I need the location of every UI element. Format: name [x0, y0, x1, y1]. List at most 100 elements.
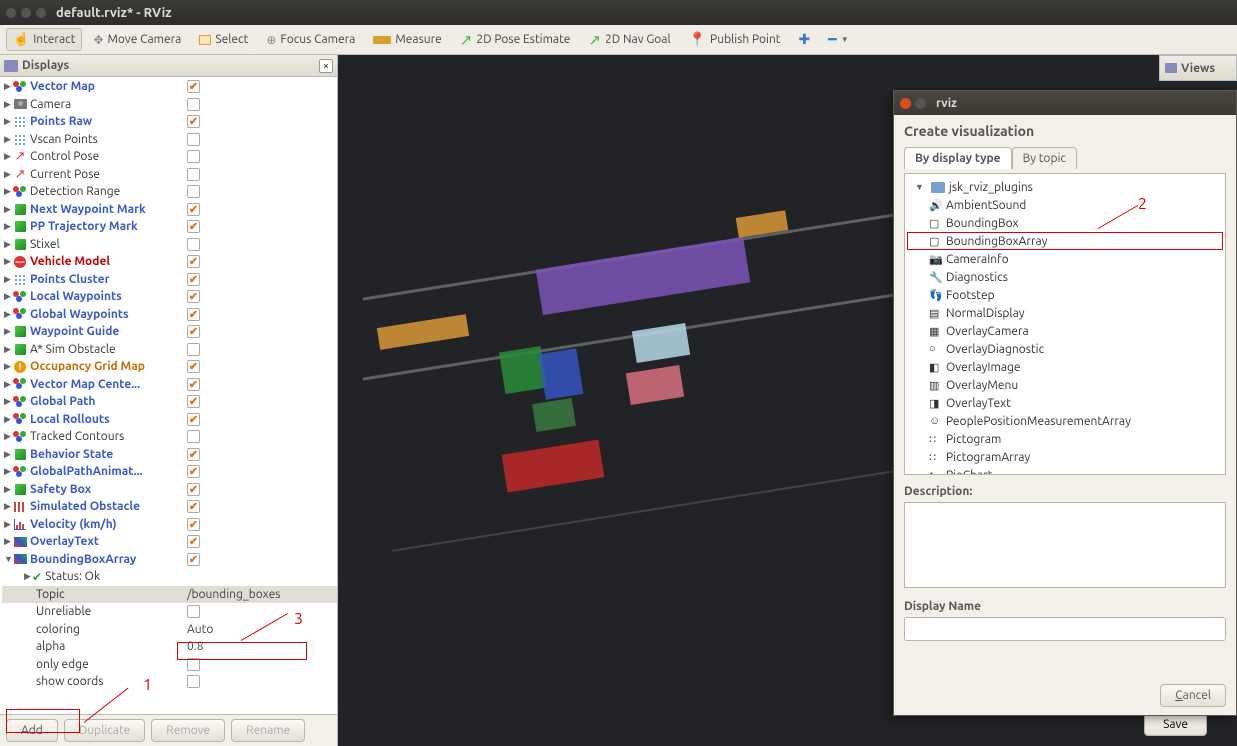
publish-point-button[interactable]: 📍Publish Point: [682, 27, 788, 52]
property-row[interactable]: Unreliable: [2, 603, 337, 621]
interact-button[interactable]: ☝Interact: [6, 28, 82, 51]
add-tool-button[interactable]: ✚: [792, 27, 818, 52]
dialog-titlebar[interactable]: rviz: [894, 91, 1236, 115]
display-item-expanded[interactable]: ▼BoundingBoxArray: [2, 551, 337, 569]
plugin-item[interactable]: ∷Pictogram: [907, 430, 1223, 448]
visibility-checkbox[interactable]: [187, 343, 200, 356]
display-item[interactable]: ▶!Occupancy Grid Map: [2, 358, 337, 376]
nav-goal-button[interactable]: ↗2D Nav Goal: [581, 27, 677, 53]
remove-button[interactable]: Remove: [151, 719, 225, 742]
plugin-item[interactable]: 👣Footstep: [907, 286, 1223, 304]
displays-tree[interactable]: ▶Vector Map▶Camera▶Points Raw▶Vscan Poin…: [0, 77, 337, 714]
display-item[interactable]: ▶A* Sim Obstacle: [2, 341, 337, 359]
property-row[interactable]: Topic/bounding_boxes: [2, 586, 337, 604]
display-item[interactable]: ▶Waypoint Guide: [2, 323, 337, 341]
move-camera-button[interactable]: ✥Move Camera: [86, 29, 188, 51]
visibility-checkbox[interactable]: [187, 133, 200, 146]
plugin-item[interactable]: 🔧Diagnostics: [907, 268, 1223, 286]
property-row[interactable]: show coords: [2, 673, 337, 691]
visibility-checkbox[interactable]: [187, 238, 200, 251]
display-item[interactable]: ▶Tracked Contours: [2, 428, 337, 446]
plugin-item[interactable]: ▤NormalDisplay: [907, 304, 1223, 322]
visibility-checkbox[interactable]: [187, 465, 200, 478]
plugin-item[interactable]: ▦OverlayCamera: [907, 322, 1223, 340]
visibility-checkbox[interactable]: [187, 378, 200, 391]
display-item[interactable]: ▶Camera: [2, 96, 337, 114]
plugin-item[interactable]: ◐PieChart: [907, 466, 1223, 475]
display-item[interactable]: ▶Vector Map: [2, 78, 337, 96]
rename-button[interactable]: Rename: [231, 719, 305, 742]
dialog-min-icon[interactable]: [915, 98, 926, 109]
tab-by-topic[interactable]: By topic: [1012, 147, 1077, 169]
visibility-checkbox[interactable]: [187, 203, 200, 216]
visibility-checkbox[interactable]: [187, 448, 200, 461]
visibility-checkbox[interactable]: [187, 150, 200, 163]
visibility-checkbox[interactable]: [187, 115, 200, 128]
plugin-list[interactable]: ▼jsk_rviz_plugins🔊AmbientSound▢BoundingB…: [904, 173, 1226, 475]
display-item[interactable]: ▶Behavior State: [2, 446, 337, 464]
display-item[interactable]: ▶Local Rollouts: [2, 411, 337, 429]
window-min-icon[interactable]: [21, 8, 31, 18]
display-item[interactable]: ▶Global Path: [2, 393, 337, 411]
visibility-checkbox[interactable]: [187, 290, 200, 303]
prop-checkbox[interactable]: [187, 605, 200, 618]
property-row[interactable]: coloringAuto: [2, 621, 337, 639]
display-item[interactable]: ▶OverlayText: [2, 533, 337, 551]
display-item[interactable]: ▶—Vehicle Model: [2, 253, 337, 271]
visibility-checkbox[interactable]: [187, 80, 200, 93]
display-item[interactable]: ▶Safety Box: [2, 481, 337, 499]
measure-button[interactable]: Measure: [366, 29, 448, 50]
plugin-item[interactable]: 🔊AmbientSound: [907, 196, 1223, 214]
display-item[interactable]: ▶PP Trajectory Mark: [2, 218, 337, 236]
plugin-item[interactable]: ◧OverlayImage: [907, 358, 1223, 376]
close-panel-icon[interactable]: ×: [319, 59, 333, 73]
dialog-close-icon[interactable]: [900, 98, 911, 109]
tab-by-display-type[interactable]: By display type: [904, 147, 1012, 169]
display-item[interactable]: ▶Local Waypoints: [2, 288, 337, 306]
visibility-checkbox[interactable]: [187, 185, 200, 198]
display-item[interactable]: ▶Points Cluster: [2, 271, 337, 289]
display-name-input[interactable]: [904, 617, 1226, 641]
display-item[interactable]: ▶GlobalPathAnimat...: [2, 463, 337, 481]
visibility-checkbox[interactable]: [187, 395, 200, 408]
pose-estimate-button[interactable]: ↗2D Pose Estimate: [453, 27, 578, 53]
visibility-checkbox[interactable]: [187, 325, 200, 338]
visibility-checkbox[interactable]: [187, 535, 200, 548]
plugin-item[interactable]: ∷PictogramArray: [907, 448, 1223, 466]
cancel-button[interactable]: Cancel: [1160, 684, 1226, 707]
visibility-checkbox[interactable]: [187, 273, 200, 286]
plugin-item[interactable]: ▢BoundingBox: [907, 214, 1223, 232]
remove-tool-button[interactable]: ━▼: [821, 27, 855, 52]
visibility-checkbox[interactable]: [187, 360, 200, 373]
prop-checkbox[interactable]: [187, 675, 200, 688]
display-item[interactable]: ▶Vscan Points: [2, 131, 337, 149]
display-item[interactable]: ▶↗Control Pose: [2, 148, 337, 166]
plugin-item[interactable]: ▥OverlayMenu: [907, 376, 1223, 394]
visibility-checkbox[interactable]: [187, 308, 200, 321]
views-panel[interactable]: Views: [1159, 55, 1237, 81]
visibility-checkbox[interactable]: [187, 553, 200, 566]
display-item[interactable]: ▶Global Waypoints: [2, 306, 337, 324]
save-button[interactable]: Save: [1144, 713, 1207, 736]
display-item[interactable]: ▶Detection Range: [2, 183, 337, 201]
window-close-icon[interactable]: [6, 8, 16, 18]
visibility-checkbox[interactable]: [187, 500, 200, 513]
display-item[interactable]: ▶Velocity (km/h): [2, 516, 337, 534]
window-max-icon[interactable]: [36, 8, 46, 18]
status-row[interactable]: ▶✔Status: Ok: [2, 568, 337, 586]
visibility-checkbox[interactable]: [187, 413, 200, 426]
visibility-checkbox[interactable]: [187, 518, 200, 531]
plugin-folder[interactable]: ▼jsk_rviz_plugins: [907, 178, 1223, 196]
display-item[interactable]: ▶Next Waypoint Mark: [2, 201, 337, 219]
plugin-item[interactable]: 📷CameraInfo: [907, 250, 1223, 268]
focus-camera-button[interactable]: ⊕Focus Camera: [259, 29, 362, 51]
visibility-checkbox[interactable]: [187, 255, 200, 268]
visibility-checkbox[interactable]: [187, 168, 200, 181]
visibility-checkbox[interactable]: [187, 98, 200, 111]
display-item[interactable]: ▶Stixel: [2, 236, 337, 254]
select-button[interactable]: Select: [192, 29, 255, 50]
plugin-item[interactable]: ◨OverlayText: [907, 394, 1223, 412]
plugin-item[interactable]: ☺PeoplePositionMeasurementArray: [907, 412, 1223, 430]
display-item[interactable]: ▶Vector Map Cente...: [2, 376, 337, 394]
visibility-checkbox[interactable]: [187, 430, 200, 443]
